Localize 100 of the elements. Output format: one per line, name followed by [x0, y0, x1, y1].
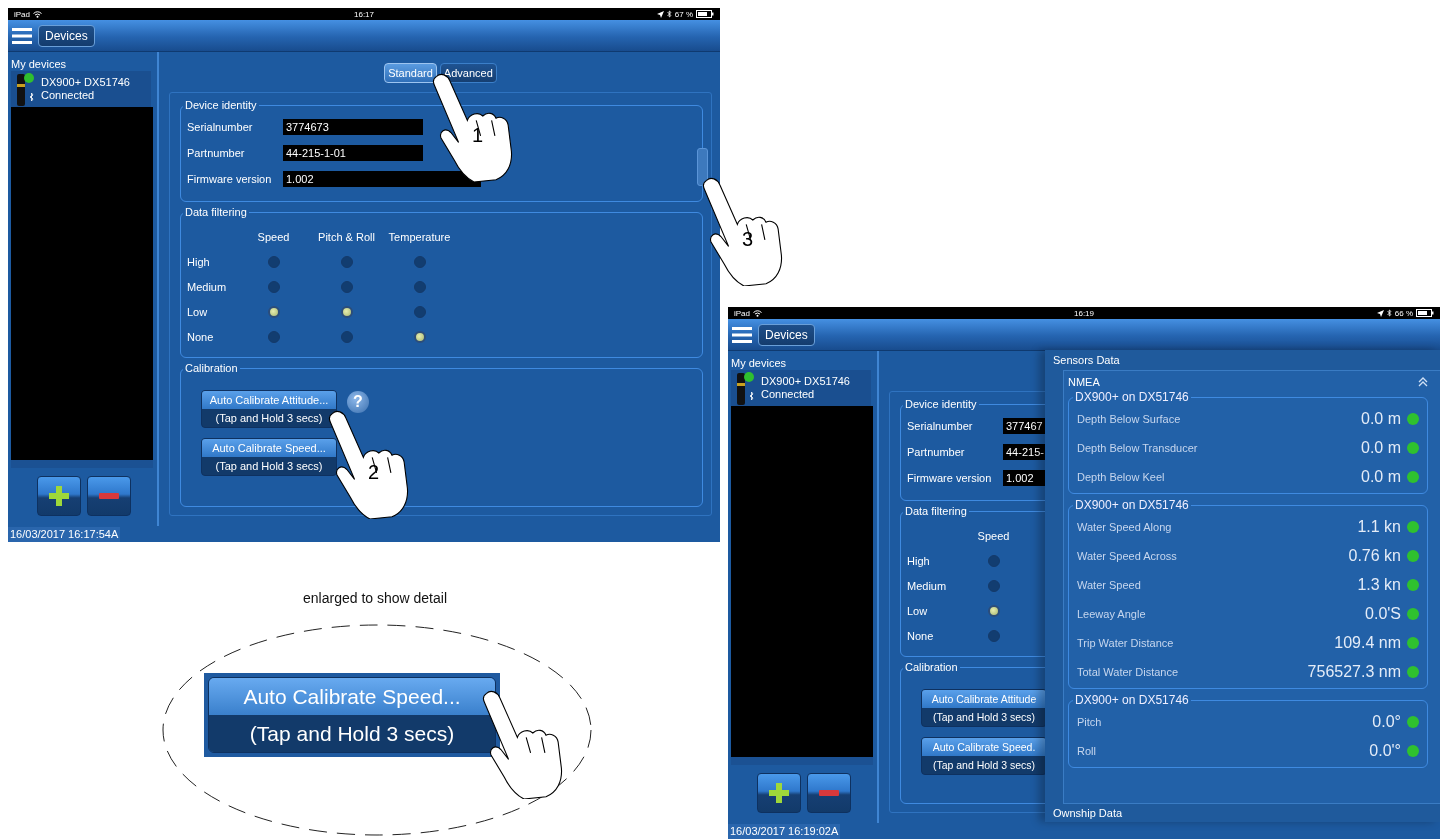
devices-button[interactable]: Devices	[38, 24, 95, 47]
field-label: Firmware version	[187, 173, 272, 185]
field-label: Partnumber	[907, 446, 965, 458]
reading-value: 0.76 kn	[1348, 546, 1401, 565]
device-list-item[interactable]: DX900+ DX51746 Connected	[731, 370, 871, 406]
field-label: Serialnumber	[907, 420, 973, 432]
reading-label: Depth Below Keel	[1077, 470, 1165, 483]
reading-label: Water Speed Along	[1077, 520, 1172, 533]
radio-button[interactable]	[413, 280, 426, 293]
bluetooth-icon	[1386, 309, 1392, 317]
row-label: Low	[907, 604, 928, 617]
device-status: Connected	[761, 388, 815, 401]
group-title: Device identity	[904, 398, 978, 410]
collapse-chevron-icon[interactable]	[1418, 377, 1428, 387]
scroll-handle[interactable]	[697, 148, 708, 186]
timestamp: 16/03/2017 16:19:02A	[728, 823, 841, 839]
row-label: Medium	[187, 280, 227, 293]
step-number: 3	[742, 228, 754, 251]
reading-value: 1.3 kn	[1357, 575, 1401, 594]
tab[interactable]: Standard	[384, 63, 437, 83]
calibrate-button[interactable]: Auto Calibrate Speed... (Tap and Hold 3 secs)	[201, 438, 337, 476]
device-name: DX900+ DX51746	[41, 76, 130, 89]
radio-button[interactable]	[987, 604, 1000, 617]
tab[interactable]: Advanced	[439, 63, 497, 83]
reading-label: Leeway Angle	[1077, 607, 1146, 620]
row-label: None	[907, 629, 934, 642]
device-label: iPad	[734, 308, 750, 318]
device-label: iPad	[14, 9, 30, 19]
add-button[interactable]	[757, 773, 801, 813]
field-label: Firmware version	[907, 472, 992, 484]
calibrate-button[interactable]: Auto Calibrate Attitude (Tap and Hold 3 secs)	[921, 689, 1047, 727]
panel-title: Sensors Data	[1053, 353, 1120, 368]
calibrate-button[interactable]: Auto Calibrate Speed... (Tap and Hold 3 secs)	[204, 673, 500, 757]
group-title: DX900+ on DX51746	[1074, 693, 1190, 707]
calibrate-button[interactable]: Auto Calibrate Speed. (Tap and Hold 3 secs)	[921, 737, 1047, 775]
add-button[interactable]	[37, 476, 81, 516]
radio-button[interactable]	[987, 579, 1000, 592]
step-number: 2	[368, 461, 380, 484]
row-label: None	[187, 330, 214, 343]
field-label: Serialnumber	[187, 121, 253, 133]
battery-percentage: 67 %	[674, 9, 693, 19]
menu-icon[interactable]	[12, 27, 32, 44]
reading-label: Water Speed Across	[1077, 549, 1177, 562]
clock: 16:19	[1074, 308, 1094, 318]
reading-label: Depth Below Surface	[1077, 412, 1181, 425]
field-label: Partnumber	[187, 147, 245, 159]
device-list-item[interactable]: DX900+ DX51746 Connected	[11, 71, 151, 107]
reading-value: 0.0'S	[1365, 604, 1401, 623]
radio-button[interactable]	[267, 305, 280, 318]
plus-icon	[49, 486, 69, 506]
radio-button[interactable]	[340, 255, 353, 268]
location-arrow-icon	[656, 10, 664, 18]
devices-button[interactable]: Devices	[758, 323, 815, 346]
reading-value: 756527.3 nm	[1307, 662, 1401, 681]
reading-value: 0.0'°	[1369, 741, 1401, 760]
reading-label: Depth Below Transducer	[1077, 441, 1198, 454]
bluetooth-icon	[666, 10, 672, 18]
value-field: 44-215-	[1003, 444, 1047, 460]
column-header: Pitch & Roll	[318, 230, 375, 243]
menu-icon[interactable]	[732, 326, 752, 343]
reading-label: Water Speed	[1077, 578, 1141, 591]
row-label: High	[187, 255, 210, 268]
radio-button[interactable]	[340, 330, 353, 343]
radio-button[interactable]	[340, 280, 353, 293]
clock: 16:17	[354, 9, 374, 19]
radio-button[interactable]	[413, 255, 426, 268]
panel-footer-title: Ownship Data	[1053, 806, 1123, 821]
value-field: 1.002	[1003, 470, 1047, 486]
reading-value: 0.0 m	[1361, 467, 1401, 486]
radio-button[interactable]	[340, 305, 353, 318]
remove-button[interactable]	[87, 476, 131, 516]
reading-label: Total Water Distance	[1077, 665, 1179, 678]
radio-button[interactable]	[413, 330, 426, 343]
calibrate-button[interactable]: Auto Calibrate Attitude... (Tap and Hold 3 secs)	[201, 390, 337, 428]
reading-value: 0.0°	[1372, 712, 1401, 731]
row-label: Low	[187, 305, 208, 318]
timestamp: 16/03/2017 16:17:54A	[8, 526, 121, 542]
column-header: Speed	[977, 529, 1010, 542]
remove-button[interactable]	[807, 773, 851, 813]
plus-icon	[769, 783, 789, 803]
group-title: Device identity	[184, 99, 258, 111]
radio-button[interactable]	[267, 255, 280, 268]
reading-value: 109.4 nm	[1334, 633, 1401, 652]
radio-button[interactable]	[987, 554, 1000, 567]
radio-button[interactable]	[413, 305, 426, 318]
battery-percentage: 66 %	[1394, 308, 1413, 318]
wifi-icon	[753, 309, 762, 317]
location-arrow-icon	[1376, 309, 1384, 317]
caption: enlarged to show detail	[303, 590, 447, 606]
battery-icon	[696, 10, 714, 18]
group-title: DX900+ on DX51746	[1074, 498, 1190, 512]
radio-button[interactable]	[267, 280, 280, 293]
device-name: DX900+ DX51746	[761, 375, 850, 388]
radio-button[interactable]	[987, 629, 1000, 642]
radio-button[interactable]	[267, 330, 280, 343]
reading-value: 0.0 m	[1361, 438, 1401, 457]
group-title: Data filtering	[904, 505, 968, 517]
reading-label: Roll	[1077, 744, 1096, 757]
group-title: DX900+ on DX51746	[1074, 390, 1190, 404]
step-number: 1	[472, 124, 484, 147]
